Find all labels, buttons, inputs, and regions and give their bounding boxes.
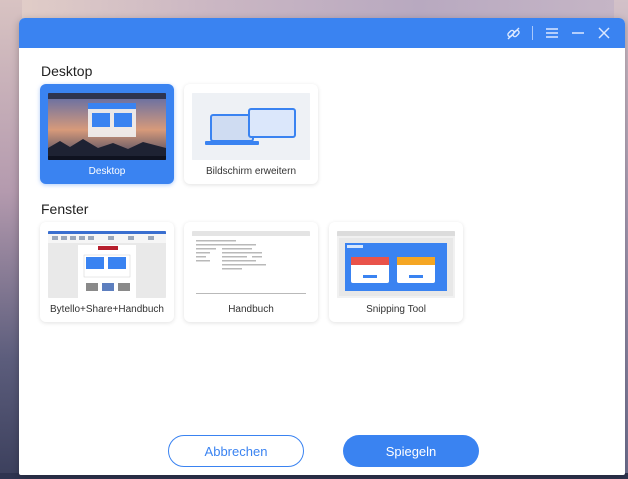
link-icon[interactable] — [500, 18, 526, 48]
title-bar — [19, 18, 625, 48]
section-title-windows: Fenster — [41, 201, 89, 217]
window-thumbnail — [192, 231, 310, 298]
card-label: Snipping Tool — [366, 304, 426, 315]
source-card-extend-screen[interactable]: Bildschirm erweitern — [184, 84, 318, 184]
card-label: Bildschirm erweitern — [205, 166, 297, 177]
extend-screen-illustration — [192, 93, 310, 160]
window-card-bytello-share[interactable]: Bytello+Share+Handbuch — [40, 222, 174, 322]
source-card-desktop[interactable]: Desktop — [40, 84, 174, 184]
minimize-icon[interactable] — [565, 18, 591, 48]
title-bar-divider — [532, 26, 533, 40]
mirror-dialog: Desktop Desktop Bildschirm erweitern Fen… — [19, 18, 625, 475]
mirror-button[interactable]: Spiegeln — [343, 435, 479, 467]
section-title-desktop: Desktop — [41, 63, 93, 79]
menu-icon[interactable] — [539, 18, 565, 48]
window-thumbnail — [337, 231, 455, 298]
window-card-handbuch[interactable]: Handbuch — [184, 222, 318, 322]
cancel-button[interactable]: Abbrechen — [168, 435, 304, 467]
close-icon[interactable] — [591, 18, 617, 48]
window-card-snipping-tool[interactable]: Snipping Tool — [329, 222, 463, 322]
card-label: Bytello+Share+Handbuch — [50, 304, 164, 315]
desktop-thumbnail — [48, 93, 166, 160]
card-label: Desktop — [88, 166, 126, 177]
window-thumbnail — [48, 231, 166, 298]
card-label: Handbuch — [228, 304, 274, 315]
